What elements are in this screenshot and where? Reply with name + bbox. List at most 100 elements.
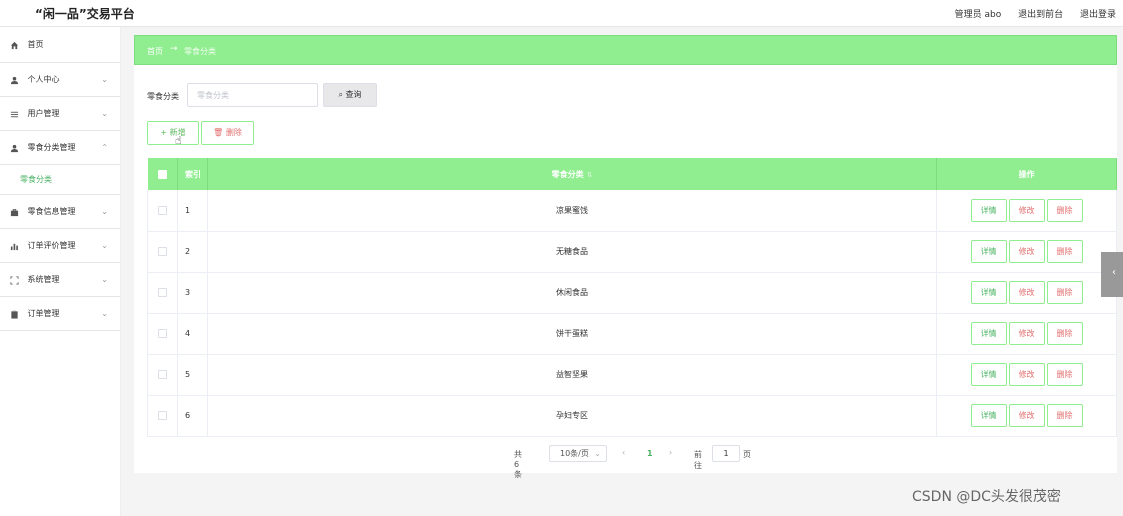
delete-button[interactable]: 删除	[1046, 404, 1083, 427]
edit-button[interactable]: 修改	[1008, 198, 1045, 222]
briefcase-icon	[10, 208, 19, 217]
row-checkbox-cell	[147, 231, 178, 273]
sidebar-item-label: 首页	[27, 40, 44, 49]
top-header: “闲一品”交易平台 管理员 abo 退出到前台 退出登录	[0, 0, 1123, 27]
search-button[interactable]: ⌕ 查询	[323, 83, 377, 107]
plus-icon: +	[160, 128, 168, 137]
edit-button[interactable]: 修改	[1008, 404, 1045, 427]
sidebar-item-label: 用户管理	[27, 109, 60, 118]
select-all-cell	[147, 158, 178, 190]
logout-link[interactable]: 退出登录	[1080, 10, 1116, 20]
row-category-name: 饼干蛋糕	[207, 313, 938, 355]
row-checkbox-cell	[147, 354, 178, 396]
exit-to-front-link[interactable]: 退出到前台	[1018, 10, 1063, 20]
next-page-button[interactable]: ›	[669, 448, 672, 457]
sidebar: 首页 个人中心 ⌄ 用户管理 ⌄ 零食分类管理 ⌃ 零食分类 零食信息管理 ⌄ …	[0, 27, 121, 516]
edit-button[interactable]: 修改	[1008, 281, 1045, 304]
prev-page-button[interactable]: ‹	[622, 448, 625, 457]
chevron-down-icon: ⌄	[101, 109, 108, 118]
fullscreen-icon	[10, 275, 19, 285]
chevron-left-icon: ‹	[1112, 267, 1116, 278]
home-icon	[10, 41, 19, 50]
sidebar-item-users[interactable]: 用户管理 ⌄	[0, 97, 120, 131]
sidebar-item-label: 系统管理	[27, 275, 60, 284]
batch-delete-button[interactable]: 🗑 删除	[201, 121, 254, 145]
breadcrumb-current: 零食分类	[184, 47, 216, 56]
row-checkbox[interactable]	[157, 370, 167, 379]
chevron-down-icon: ⌄	[594, 449, 601, 458]
row-index: 1	[177, 190, 208, 232]
table-row: 6 孕妇专区 详情 修改 删除	[147, 395, 1117, 437]
table-row: 2 无糖食品 详情 修改 删除	[147, 231, 1117, 273]
row-operations: 详情 修改 删除	[936, 190, 1117, 232]
row-index: 4	[177, 313, 208, 355]
detail-button[interactable]: 详情	[970, 404, 1007, 427]
sidebar-item-orders[interactable]: 订单管理 ⌄	[0, 297, 120, 331]
detail-button[interactable]: 详情	[970, 322, 1007, 345]
edit-button[interactable]: 修改	[1008, 322, 1045, 345]
column-header-name-label: 零食分类	[551, 169, 584, 179]
hand-cursor-icon: ☝	[175, 134, 182, 147]
goto-page-input[interactable]	[712, 445, 740, 462]
row-category-name: 孕妇专区	[207, 395, 938, 437]
row-checkbox[interactable]	[157, 205, 167, 215]
sort-icon[interactable]: ⇅	[587, 171, 593, 179]
row-category-name: 休闲食品	[207, 272, 938, 314]
chevron-down-icon: ⌄	[101, 207, 108, 216]
detail-button[interactable]: 详情	[970, 198, 1007, 222]
list-icon	[10, 110, 19, 119]
sidebar-item-system[interactable]: 系统管理 ⌄	[0, 263, 120, 297]
search-label: 零食分类	[147, 92, 179, 101]
sidebar-item-snack-info[interactable]: 零食信息管理 ⌄	[0, 195, 120, 229]
delete-button[interactable]: 删除	[1046, 363, 1083, 386]
add-button[interactable]: + 新增	[147, 121, 199, 145]
row-operations: 详情 修改 删除	[936, 313, 1117, 355]
breadcrumb: 首页 → 零食分类	[134, 35, 1117, 65]
sidebar-item-order-review[interactable]: 订单评价管理 ⌄	[0, 229, 120, 263]
row-operations: 详情 修改 删除	[936, 354, 1117, 396]
sidebar-item-snack-category[interactable]: 零食分类管理 ⌃	[0, 131, 120, 165]
sidebar-item-profile[interactable]: 个人中心 ⌄	[0, 63, 120, 97]
row-index: 3	[177, 272, 208, 314]
header-actions: 管理员 abo 退出到前台 退出登录	[941, 7, 1116, 20]
edit-button[interactable]: 修改	[1008, 363, 1045, 386]
page-number-current[interactable]: 1	[647, 449, 653, 458]
column-header-ops: 操作	[936, 158, 1117, 190]
edit-button[interactable]: 修改	[1008, 240, 1045, 263]
row-checkbox[interactable]	[157, 288, 167, 297]
row-checkbox[interactable]	[157, 329, 167, 338]
chevron-up-icon: ⌃	[101, 143, 108, 152]
search-input[interactable]	[187, 83, 318, 107]
column-header-index: 索引	[177, 158, 208, 190]
row-checkbox[interactable]	[157, 247, 167, 256]
sidebar-item-label: 订单管理	[27, 309, 60, 318]
delete-button[interactable]: 删除	[1046, 240, 1083, 263]
collapse-handle[interactable]: ‹	[1101, 252, 1123, 297]
row-index: 5	[177, 354, 208, 396]
search-icon: ⌕	[338, 90, 343, 99]
detail-button[interactable]: 详情	[970, 281, 1007, 304]
sidebar-subitem-snack-category[interactable]: 零食分类	[0, 165, 120, 195]
delete-button[interactable]: 删除	[1046, 281, 1083, 304]
row-index: 2	[177, 231, 208, 273]
row-category-name: 无糖食品	[207, 231, 938, 273]
sidebar-item-label: 零食分类管理	[27, 143, 76, 152]
watermark: CSDN @DC头发很茂密	[912, 489, 1061, 505]
row-checkbox-cell	[147, 395, 178, 437]
row-category-name: 益智坚果	[207, 354, 938, 396]
delete-button[interactable]: 删除	[1046, 198, 1083, 222]
select-all-checkbox[interactable]	[157, 169, 167, 179]
user-icon	[10, 76, 19, 85]
sidebar-item-label: 零食信息管理	[27, 207, 76, 216]
page-size-select[interactable]: 10条/页 ⌄	[549, 445, 607, 462]
detail-button[interactable]: 详情	[970, 363, 1007, 386]
detail-button[interactable]: 详情	[970, 240, 1007, 263]
table-row: 5 益智坚果 详情 修改 删除	[147, 354, 1117, 396]
column-header-name[interactable]: 零食分类 ⇅	[207, 158, 938, 190]
search-button-label: 查询	[345, 90, 362, 99]
row-checkbox[interactable]	[157, 411, 167, 420]
sidebar-item-home[interactable]: 首页	[0, 27, 120, 63]
breadcrumb-home[interactable]: 首页	[147, 46, 163, 57]
row-operations: 详情 修改 删除	[936, 395, 1117, 437]
delete-button[interactable]: 删除	[1046, 322, 1083, 345]
